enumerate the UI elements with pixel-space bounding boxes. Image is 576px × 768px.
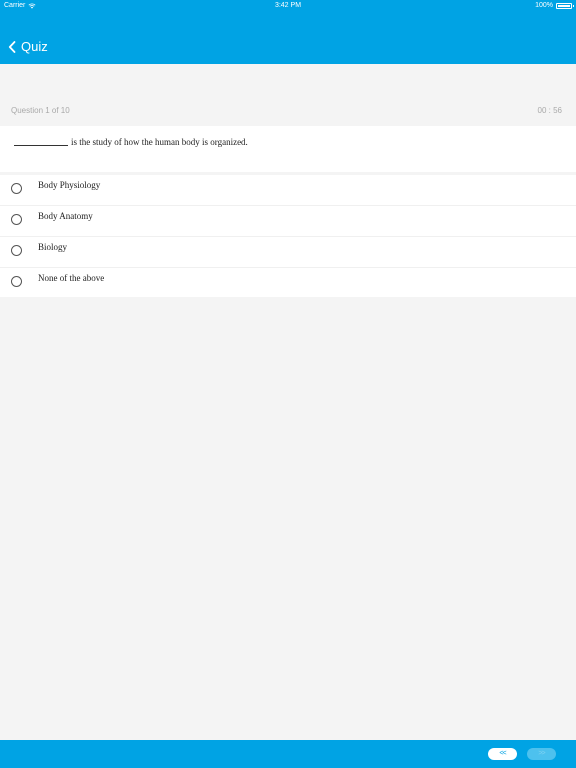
answer-option-label: None of the above bbox=[38, 273, 105, 283]
battery-group: 100% bbox=[535, 2, 574, 9]
answer-option[interactable]: Body Anatomy bbox=[0, 206, 576, 237]
question-body: is the study of how the human body is or… bbox=[71, 137, 248, 147]
footer-bar: << >> bbox=[0, 740, 576, 768]
radio-button[interactable] bbox=[11, 245, 22, 256]
status-time: 3:42 PM bbox=[274, 2, 302, 9]
answer-options: Body Physiology Body Anatomy Biology Non… bbox=[0, 175, 576, 297]
navigation-bar: Quiz bbox=[0, 12, 576, 64]
question-text: is the study of how the human body is or… bbox=[14, 137, 248, 147]
battery-percent: 100% bbox=[535, 2, 553, 9]
answer-option-label: Biology bbox=[38, 242, 68, 252]
answer-option[interactable]: None of the above bbox=[0, 268, 576, 297]
answer-option-label: Body Anatomy bbox=[38, 211, 93, 221]
page-title: Quiz bbox=[21, 39, 48, 54]
question-counter: Question 1 of 10 bbox=[11, 106, 70, 115]
question-card: is the study of how the human body is or… bbox=[0, 126, 576, 172]
next-question-button[interactable]: >> bbox=[527, 748, 556, 760]
chevron-left-icon bbox=[8, 40, 16, 53]
status-bar: Carrier 3:42 PM 100% bbox=[0, 0, 576, 12]
radio-button[interactable] bbox=[11, 214, 22, 225]
back-button[interactable]: Quiz bbox=[8, 40, 48, 53]
previous-question-button[interactable]: << bbox=[488, 748, 517, 760]
radio-button[interactable] bbox=[11, 183, 22, 194]
battery-icon bbox=[556, 2, 574, 9]
answer-option-label: Body Physiology bbox=[38, 180, 101, 190]
question-meta: Question 1 of 10 00 : 56 bbox=[0, 64, 576, 126]
answer-option[interactable]: Body Physiology bbox=[0, 175, 576, 206]
answer-option[interactable]: Biology bbox=[0, 237, 576, 268]
quiz-timer: 00 : 56 bbox=[537, 106, 562, 115]
radio-button[interactable] bbox=[11, 276, 22, 287]
fill-in-blank bbox=[14, 145, 68, 146]
